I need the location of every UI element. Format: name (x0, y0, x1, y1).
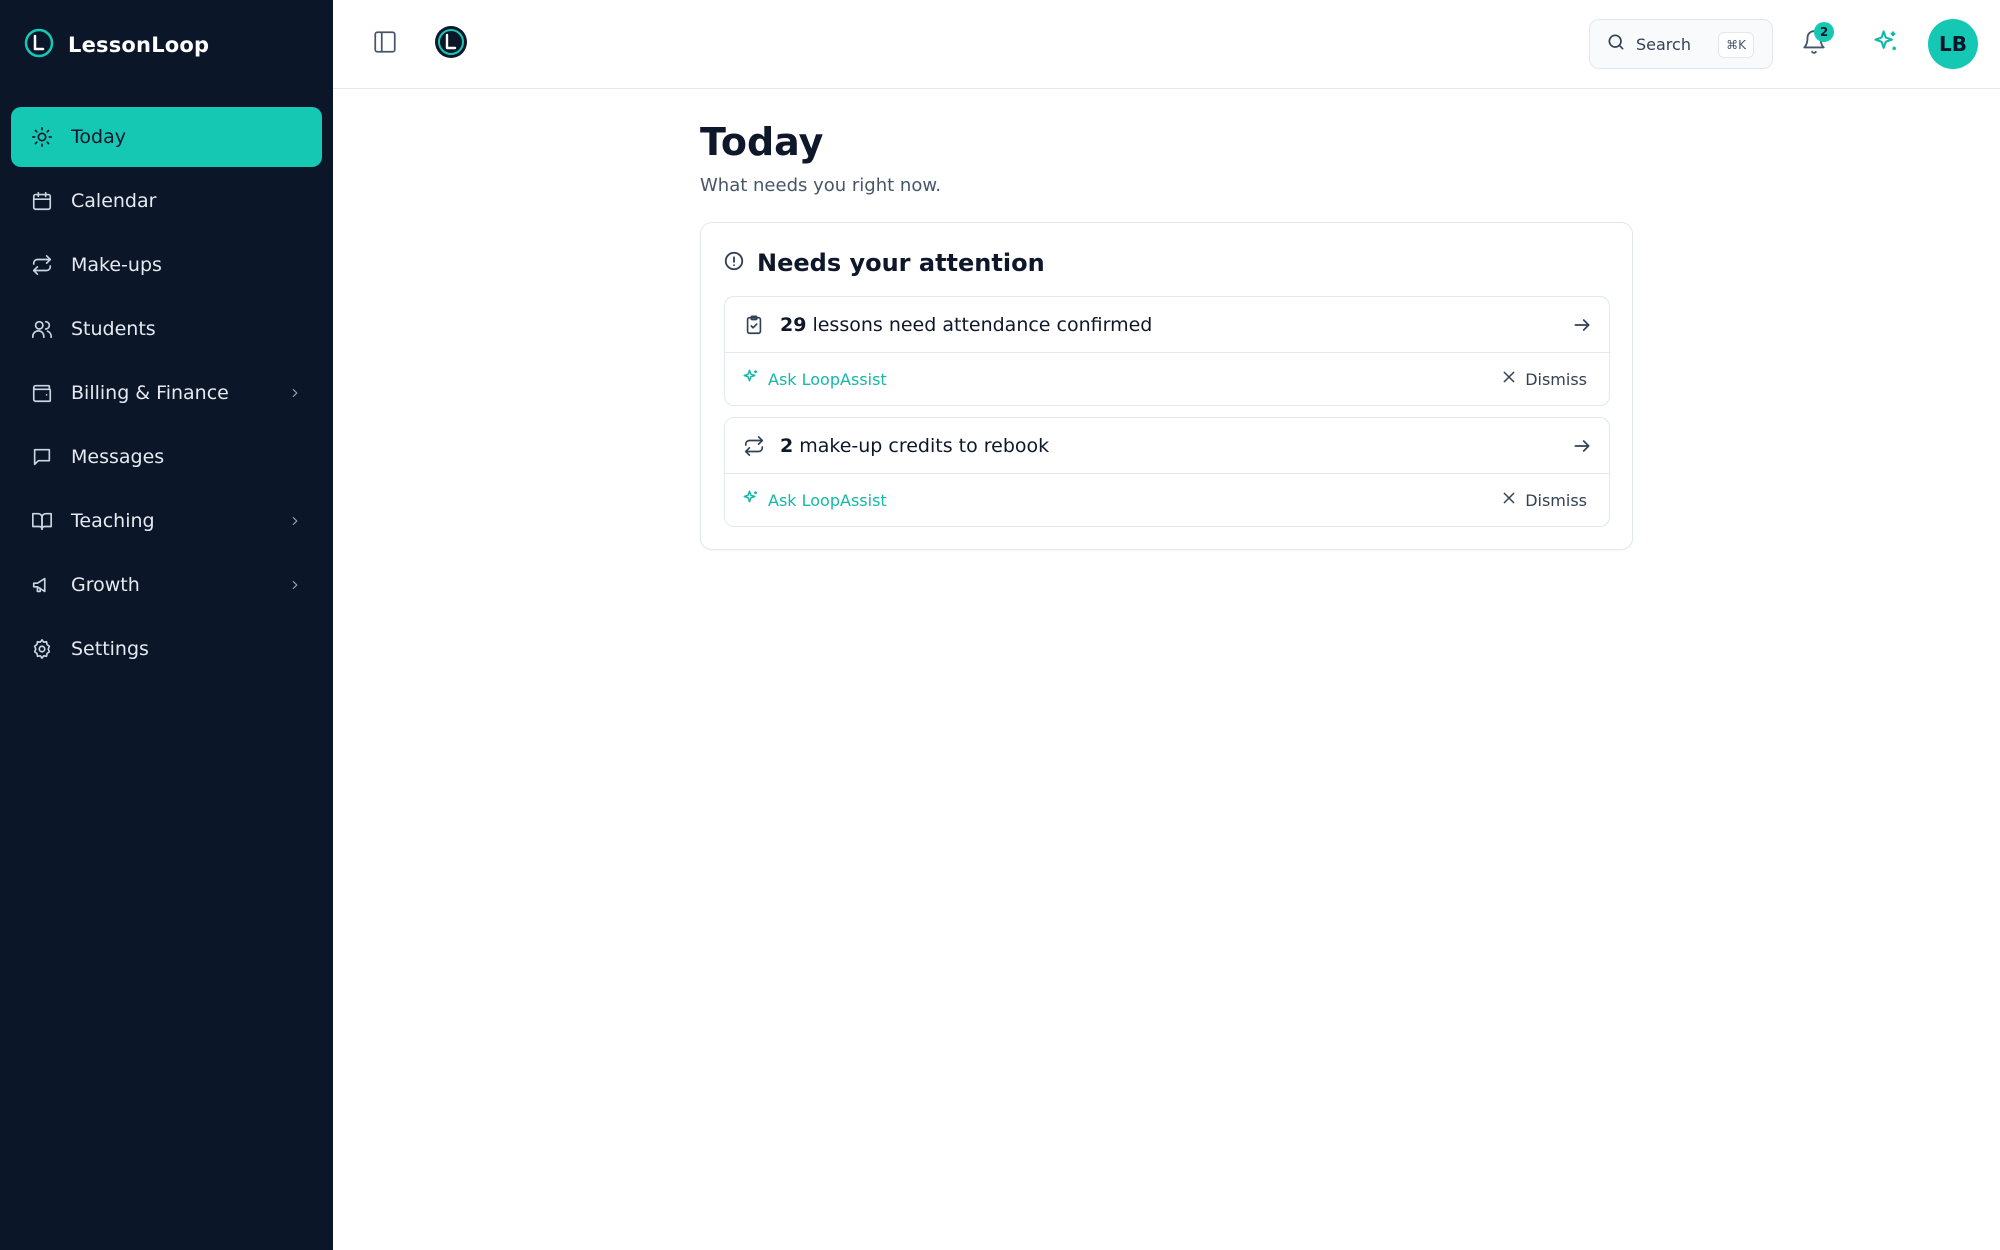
loopassist-button[interactable] (1871, 29, 1901, 59)
search-icon (1606, 32, 1626, 56)
ask-loopassist-button[interactable]: Ask LoopAssist (742, 489, 887, 511)
sidebar-item-label: Settings (71, 638, 149, 660)
attention-card-actions: Ask LoopAssist Dismiss (725, 353, 1609, 405)
chevron-right-icon (286, 576, 304, 594)
sidebar-item-label: Today (71, 126, 126, 148)
sidebar-item-growth[interactable]: Growth (11, 555, 322, 615)
megaphone-icon (29, 572, 55, 598)
sparkles-icon (1872, 28, 1900, 60)
arrow-right-icon (1571, 314, 1593, 336)
notification-badge: 2 (1814, 22, 1834, 42)
attention-card-text: 29 lessons need attendance confirmed (780, 314, 1571, 336)
attention-panel: Needs your attention 29 lessons need atte… (700, 222, 1633, 550)
org-logo-button[interactable] (433, 26, 469, 62)
message-icon (29, 444, 55, 470)
dismiss-label: Dismiss (1525, 490, 1587, 510)
calendar-icon (29, 188, 55, 214)
attention-card-text: 2 make-up credits to rebook (780, 435, 1571, 457)
attention-card-link[interactable]: 29 lessons need attendance confirmed (725, 297, 1609, 353)
sidebar-item-label: Growth (71, 574, 140, 596)
search-shortcut: ⌘K (1718, 32, 1754, 58)
wallet-icon (29, 380, 55, 406)
attention-card-actions: Ask LoopAssist Dismiss (725, 474, 1609, 526)
attention-card-link[interactable]: 2 make-up credits to rebook (725, 418, 1609, 474)
lessonloop-logo-icon (24, 28, 54, 62)
sidebar-item-make-ups[interactable]: Make-ups (11, 235, 322, 295)
sidebar-item-label: Students (71, 318, 156, 340)
sidebar-item-label: Make-ups (71, 254, 162, 276)
lessonloop-logo-icon (434, 25, 468, 63)
attention-count: 29 (780, 313, 807, 336)
repeat-icon (742, 434, 766, 458)
sidebar-item-teaching[interactable]: Teaching (11, 491, 322, 551)
repeat-icon (29, 252, 55, 278)
page-subtitle: What needs you right now. (700, 175, 942, 196)
search-label: Search (1636, 34, 1691, 54)
sparkles-icon (742, 368, 760, 390)
user-avatar[interactable]: LB (1928, 19, 1978, 69)
sidebar-item-settings[interactable]: Settings (11, 619, 322, 679)
sidebar-item-label: Billing & Finance (71, 382, 229, 404)
chevron-right-icon (286, 512, 304, 530)
ask-loopassist-label: Ask LoopAssist (768, 369, 887, 389)
dismiss-label: Dismiss (1525, 369, 1587, 389)
ask-loopassist-button[interactable]: Ask LoopAssist (742, 368, 887, 390)
search-button[interactable]: Search ⌘K (1589, 19, 1773, 69)
sidebar-item-students[interactable]: Students (11, 299, 322, 359)
gear-icon (29, 636, 55, 662)
sun-icon (29, 124, 55, 150)
book-icon (29, 508, 55, 534)
clipboard-check-icon (742, 313, 766, 337)
close-icon (1501, 369, 1517, 389)
sidebar: LessonLoop Today Calendar Make-ups Stude… (0, 0, 333, 1250)
sidebar-item-billing-finance[interactable]: Billing & Finance (11, 363, 322, 423)
sidebar-nav: Today Calendar Make-ups Students Billing… (11, 107, 322, 683)
attention-header: Needs your attention (723, 249, 1045, 277)
brand[interactable]: LessonLoop (24, 28, 209, 62)
arrow-right-icon (1571, 435, 1593, 457)
attention-card-makeups: 2 make-up credits to rebook Ask LoopAssis… (724, 417, 1610, 527)
users-icon (29, 316, 55, 342)
sidebar-item-calendar[interactable]: Calendar (11, 171, 322, 231)
attention-title: Needs your attention (757, 249, 1045, 277)
sidebar-item-label: Messages (71, 446, 165, 468)
close-icon (1501, 490, 1517, 510)
notifications-button[interactable]: 2 (1800, 22, 1834, 58)
sidebar-item-today[interactable]: Today (11, 107, 322, 167)
sidebar-item-label: Calendar (71, 190, 157, 212)
attention-count: 2 (780, 434, 794, 457)
attention-card-attendance: 29 lessons need attendance confirmed Ask … (724, 296, 1610, 406)
toggle-sidebar-button[interactable] (371, 30, 399, 58)
attention-description: make-up credits to rebook (799, 434, 1050, 457)
alert-circle-icon (723, 250, 745, 276)
chevron-right-icon (286, 384, 304, 402)
sparkles-icon (742, 489, 760, 511)
brand-name: LessonLoop (68, 33, 210, 57)
dismiss-button[interactable]: Dismiss (1501, 369, 1587, 389)
page-title: Today (700, 120, 824, 164)
sidebar-toggle-icon (372, 29, 398, 59)
sidebar-item-label: Teaching (71, 510, 155, 532)
topbar: Search ⌘K 2 LB (333, 0, 2000, 89)
dismiss-button[interactable]: Dismiss (1501, 490, 1587, 510)
ask-loopassist-label: Ask LoopAssist (768, 490, 887, 510)
sidebar-item-messages[interactable]: Messages (11, 427, 322, 487)
attention-description: lessons need attendance confirmed (812, 313, 1153, 336)
